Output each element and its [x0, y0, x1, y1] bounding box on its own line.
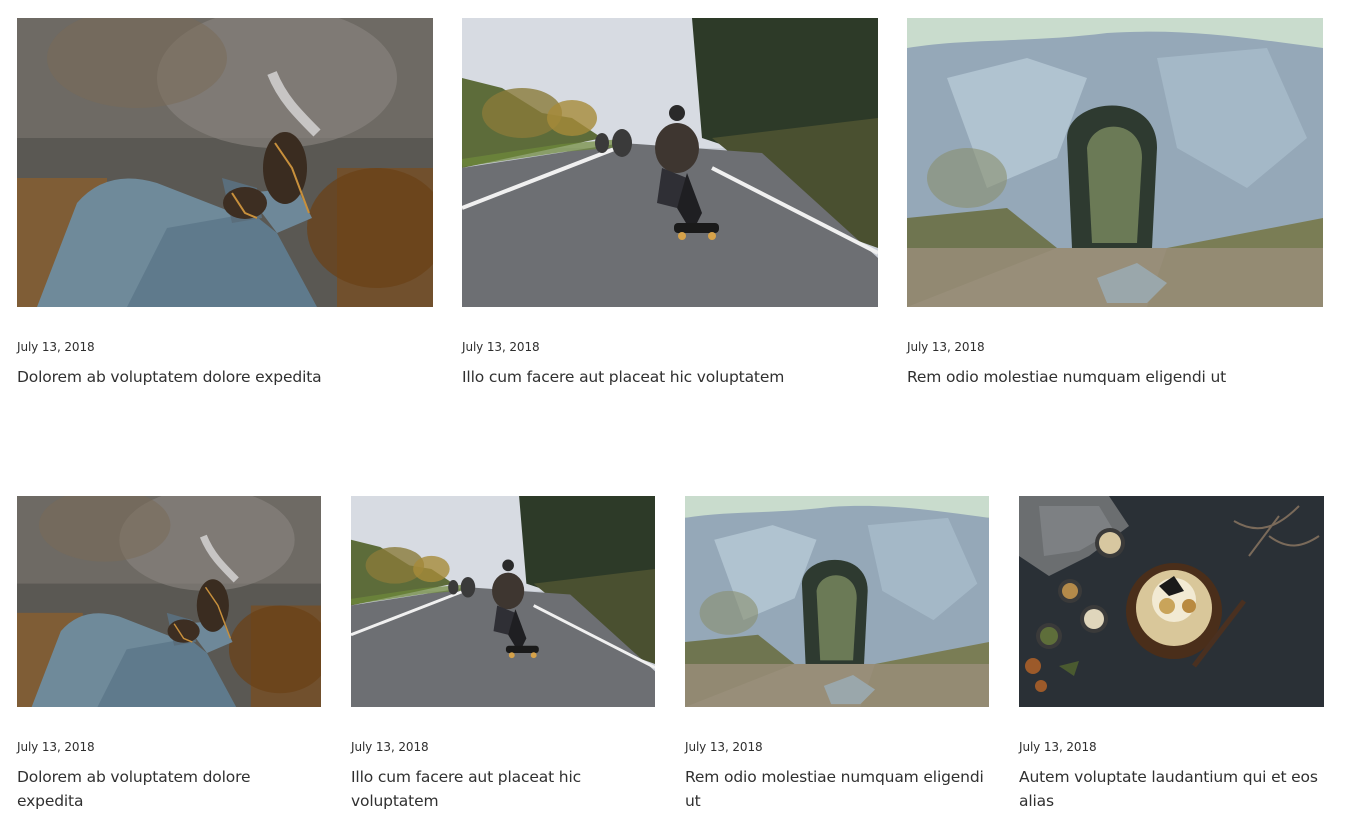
post-title[interactable]: Autem voluptate laudantium qui et eos al… [1019, 765, 1324, 813]
post-date: July 13, 2018 [1019, 740, 1097, 754]
blog-grid-page: July 13, 2018 Dolorem ab voluptatem dolo… [0, 0, 1346, 815]
post-date: July 13, 2018 [685, 740, 763, 754]
rock-arch-photo [907, 18, 1323, 307]
legs-sneakers-cliff-photo [17, 18, 433, 307]
post-date: July 13, 2018 [907, 340, 985, 354]
post-meta: July 13, 2018 Rem odio molestiae numquam… [685, 707, 989, 815]
post-card[interactable]: July 13, 2018 Illo cum facere aut placea… [351, 496, 655, 815]
recent-posts-row: July 13, 2018 Dolorem ab voluptatem dolo… [17, 496, 1324, 815]
post-title[interactable]: Dolorem ab voluptatem dolore expedita [17, 765, 321, 813]
post-title[interactable]: Rem odio molestiae numquam eligendi ut [907, 365, 1323, 389]
featured-posts-row: July 13, 2018 Dolorem ab voluptatem dolo… [17, 18, 1323, 408]
post-date: July 13, 2018 [17, 340, 95, 354]
post-date: July 13, 2018 [351, 740, 429, 754]
post-thumbnail-cake[interactable] [1019, 496, 1324, 707]
post-meta: July 13, 2018 Rem odio molestiae numquam… [907, 307, 1323, 408]
post-card[interactable]: July 13, 2018 Rem odio molestiae numquam… [685, 496, 989, 815]
skateboarders-road-photo [351, 496, 655, 707]
post-meta: July 13, 2018 Dolorem ab voluptatem dolo… [17, 307, 433, 408]
legs-sneakers-cliff-photo [17, 496, 321, 707]
post-card[interactable]: July 13, 2018 Autem voluptate laudantium… [1019, 496, 1324, 815]
post-title[interactable]: Illo cum facere aut placeat hic voluptat… [351, 765, 655, 813]
rock-arch-photo [685, 496, 989, 707]
post-card[interactable]: July 13, 2018 Dolorem ab voluptatem dolo… [17, 18, 433, 408]
post-meta: July 13, 2018 Illo cum facere aut placea… [351, 707, 655, 815]
post-title[interactable]: Illo cum facere aut placeat hic voluptat… [462, 365, 878, 389]
post-meta: July 13, 2018 Illo cum facere aut placea… [462, 307, 878, 408]
post-thumbnail-legs-sneakers[interactable] [17, 18, 433, 307]
post-card[interactable]: July 13, 2018 Rem odio molestiae numquam… [907, 18, 1323, 408]
post-title[interactable]: Dolorem ab voluptatem dolore expedita [17, 365, 433, 389]
post-meta: July 13, 2018 Dolorem ab voluptatem dolo… [17, 707, 321, 815]
post-meta: July 13, 2018 Autem voluptate laudantium… [1019, 707, 1324, 815]
post-date: July 13, 2018 [462, 340, 540, 354]
post-title[interactable]: Rem odio molestiae numquam eligendi ut [685, 765, 989, 813]
post-thumbnail-skateboarders[interactable] [462, 18, 878, 307]
post-card[interactable]: July 13, 2018 Dolorem ab voluptatem dolo… [17, 496, 321, 815]
post-date: July 13, 2018 [17, 740, 95, 754]
post-card[interactable]: July 13, 2018 Illo cum facere aut placea… [462, 18, 878, 408]
post-thumbnail-rock-arch[interactable] [685, 496, 989, 707]
post-thumbnail-skateboarders[interactable] [351, 496, 655, 707]
skateboarders-road-photo [462, 18, 878, 307]
post-thumbnail-legs-sneakers[interactable] [17, 496, 321, 707]
post-thumbnail-rock-arch[interactable] [907, 18, 1323, 307]
cake-table-photo [1019, 496, 1324, 707]
